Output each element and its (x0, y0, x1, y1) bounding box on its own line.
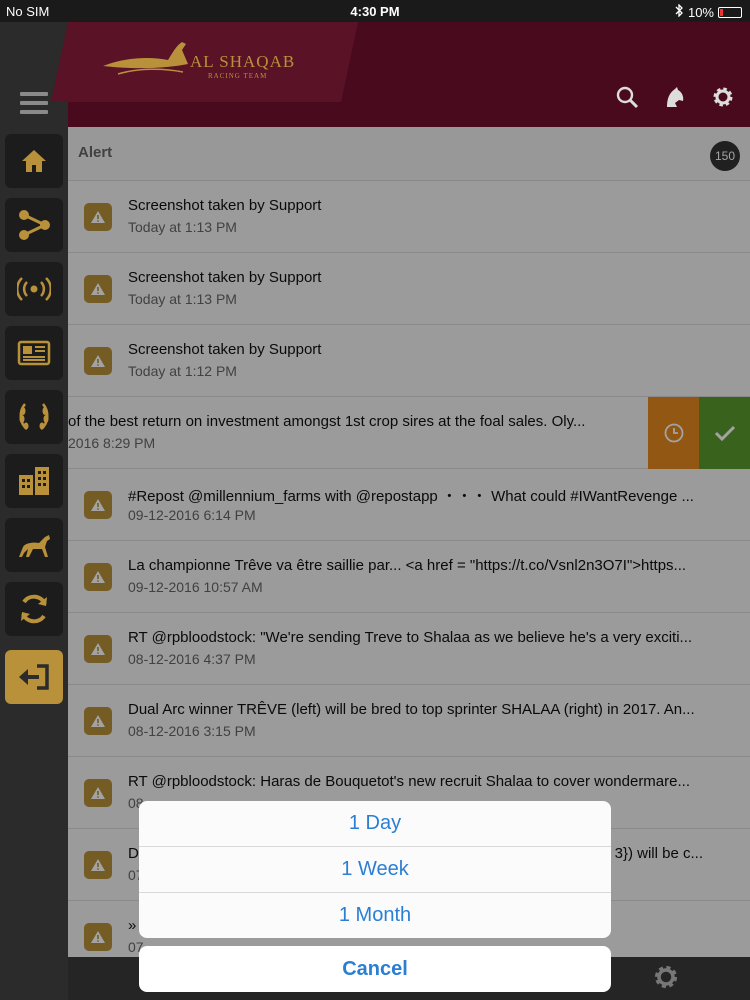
battery-icon (718, 6, 742, 18)
sidebar-item-news[interactable] (5, 326, 63, 380)
battery-percent: 10% (687, 4, 714, 20)
sidebar-item-horse[interactable] (5, 518, 63, 572)
broadcast-icon (17, 277, 51, 301)
option-1-day[interactable]: 1 Day (139, 801, 611, 847)
sidebar (0, 22, 68, 1000)
snooze-action-sheet: 1 Day 1 Week 1 Month (139, 801, 611, 938)
sidebar-item-buildings[interactable] (5, 454, 63, 508)
share-icon (19, 210, 50, 240)
sidebar-item-sync[interactable] (5, 582, 63, 636)
horse-head-icon[interactable] (662, 84, 688, 110)
logo-subtitle: RACING TEAM (208, 72, 268, 80)
sidebar-item-share[interactable] (5, 198, 63, 252)
news-icon (17, 340, 51, 366)
al-shaqab-logo: AL SHAQAB RACING TEAM (98, 34, 298, 84)
status-right: 10% (675, 3, 742, 20)
sync-icon (21, 594, 47, 624)
horse-logo-icon (103, 42, 188, 75)
buildings-icon (19, 467, 49, 495)
option-1-month[interactable]: 1 Month (139, 893, 611, 938)
logout-icon (19, 664, 49, 690)
laurel-icon (19, 403, 49, 430)
header-actions (614, 84, 736, 110)
status-time: 4:30 PM (350, 4, 400, 19)
status-bar: No SIM 4:30 PM 10% (0, 0, 750, 22)
sidebar-item-home[interactable] (5, 134, 63, 188)
app-header: AL SHAQAB RACING TEAM (50, 22, 750, 127)
cancel-button[interactable]: Cancel (139, 946, 611, 992)
bluetooth-icon (675, 3, 684, 20)
home-icon (22, 150, 46, 172)
sidebar-item-laurel[interactable] (5, 390, 63, 444)
horse-icon (19, 535, 50, 557)
logo-title: AL SHAQAB (190, 52, 296, 71)
menu-icon[interactable] (20, 92, 48, 114)
gear-icon[interactable] (710, 84, 736, 110)
search-icon[interactable] (614, 84, 640, 110)
sidebar-item-broadcast[interactable] (5, 262, 63, 316)
option-1-week[interactable]: 1 Week (139, 847, 611, 893)
sidebar-item-logout[interactable] (5, 650, 63, 704)
